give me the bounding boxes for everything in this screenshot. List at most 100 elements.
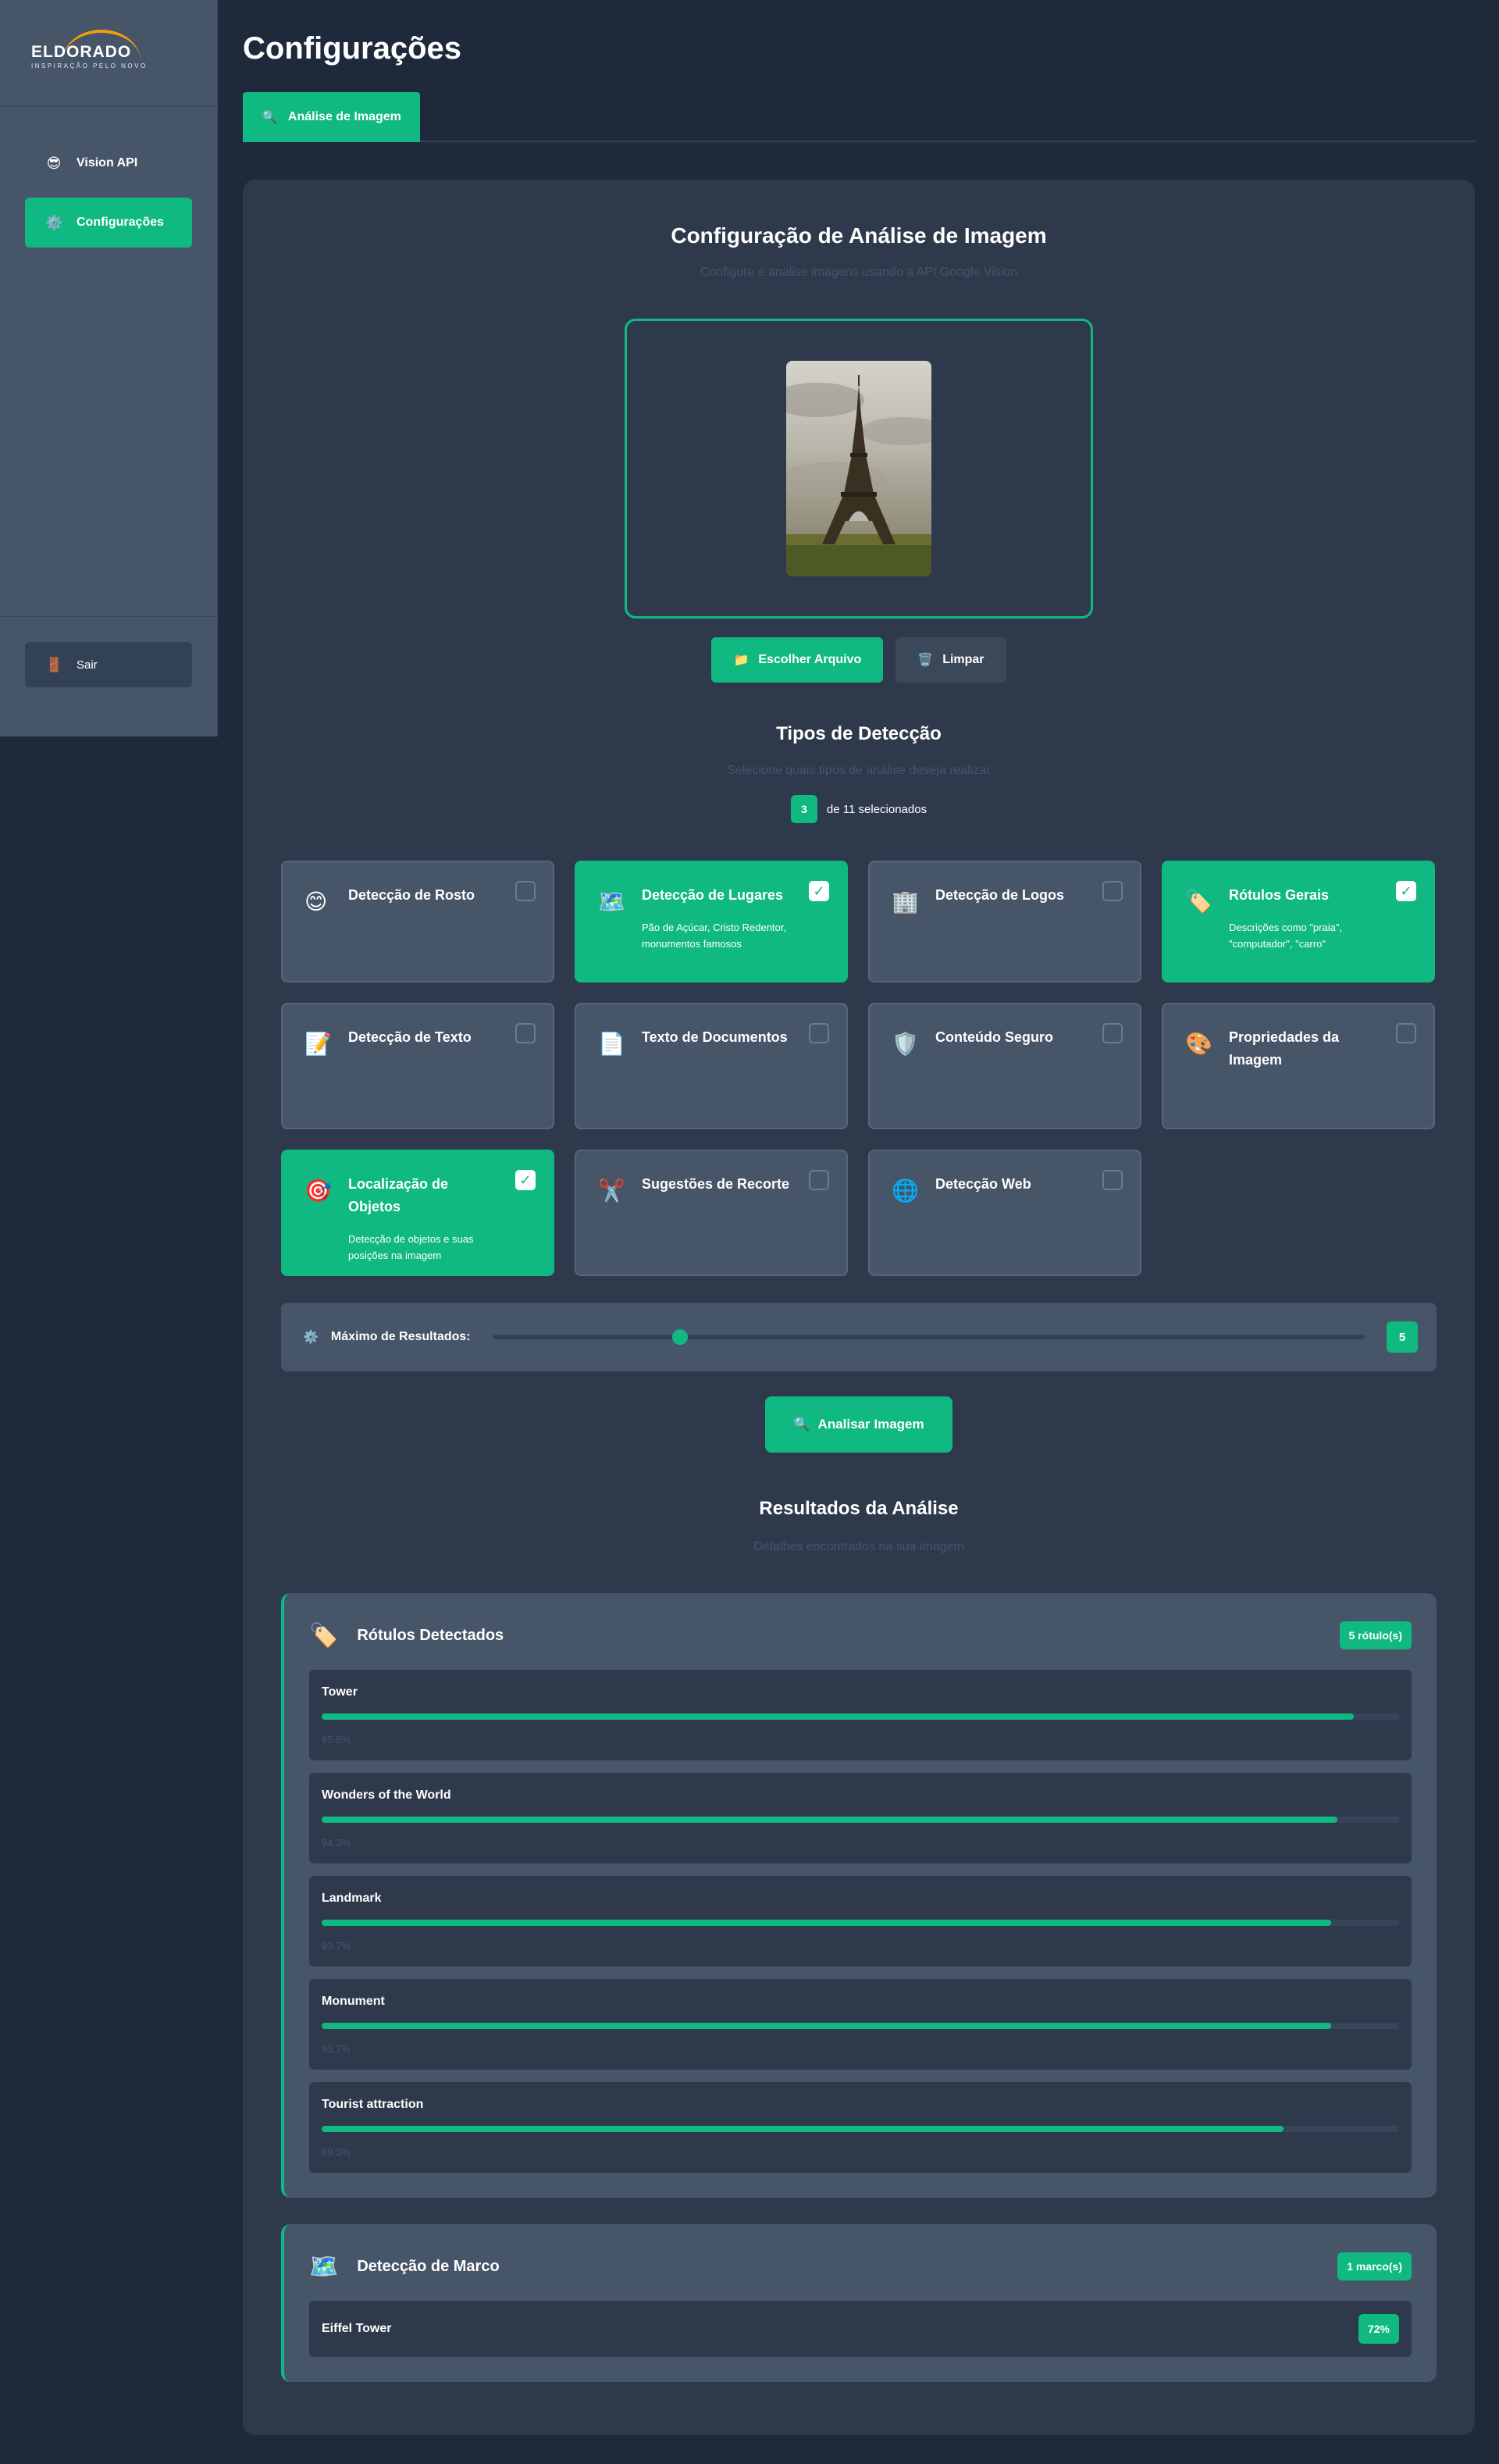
detection-card-title: Propriedades da Imagem: [1229, 1029, 1340, 1068]
detection-checkbox[interactable]: [1396, 1023, 1416, 1043]
labels-list: Tower 95.8% Wonders of the World 94.3% L…: [309, 1670, 1412, 2173]
analysis-panel: Configuração de Análise de Imagem Config…: [243, 180, 1475, 2435]
tag-icon: 🏷️: [309, 1622, 339, 1649]
sidebar-footer: 🚪 Sair: [0, 616, 217, 712]
sidebar-item-label: Vision API: [77, 156, 138, 169]
detection-checkbox[interactable]: [809, 1023, 829, 1043]
detection-checkbox[interactable]: [809, 1170, 829, 1190]
confidence-bar: [322, 1817, 1399, 1823]
detection-checkbox[interactable]: [515, 881, 536, 901]
detection-type-grid: 😊 Detecção de Rosto 🗺️ Detecção de Lugar…: [281, 861, 1475, 1276]
analyze-image-button[interactable]: 🔍 Analisar Imagem: [765, 1396, 952, 1453]
detection-card-title: Detecção de Rosto: [348, 887, 475, 903]
confidence-bar: [322, 2023, 1399, 2029]
tab-label: Análise de Imagem: [287, 110, 401, 123]
detection-card-crop-hints[interactable]: ✂️ Sugestões de Recorte: [575, 1150, 848, 1276]
detection-card-image-properties[interactable]: 🎨 Propriedades da Imagem: [1162, 1003, 1435, 1129]
main-content: Configurações 🔍 Análise de Imagem Config…: [243, 0, 1475, 2435]
detection-title: Tipos de Detecção: [776, 723, 942, 744]
clear-label: Limpar: [942, 653, 984, 666]
detection-card-document-text[interactable]: 📄 Texto de Documentos: [575, 1003, 848, 1129]
logo-wordmark: ELDORADO: [31, 43, 132, 61]
door-icon: 🚪: [45, 656, 63, 672]
eiffel-tower-photo: [786, 361, 931, 576]
slider-thumb[interactable]: [671, 1329, 688, 1345]
confidence-bar: [322, 1920, 1399, 1926]
label-score: 93.7%: [322, 2043, 351, 2055]
memo-icon: 📝: [304, 1032, 332, 1056]
labels-result-card: 🏷️ Rótulos Detectados 5 rótulo(s) Tower …: [281, 1593, 1437, 2198]
label-name: Wonders of the World: [322, 1788, 451, 1802]
detection-card-title: Rótulos Gerais: [1229, 887, 1330, 903]
labels-card-header: 🏷️ Rótulos Detectados 5 rótulo(s): [309, 1621, 1412, 1649]
detection-subtitle: Selecione quais tipos de análise deseja …: [727, 764, 991, 777]
sidebar: ELDORADO INSPIRAÇÃO PELO NOVO 😎 Vision A…: [0, 0, 218, 736]
detection-card-object-localization[interactable]: 🎯 Localização de Objetos Detecção de obj…: [281, 1150, 554, 1276]
detection-checkbox[interactable]: ✓: [515, 1170, 536, 1190]
detection-checkbox[interactable]: ✓: [1396, 881, 1416, 901]
detection-card-title: Detecção Web: [935, 1176, 1031, 1192]
detection-card-labels[interactable]: 🏷️ Rótulos Gerais Descrições como "praia…: [1162, 861, 1435, 982]
search-icon: 🔍: [793, 1417, 810, 1432]
max-results-control: ⚙️ Máximo de Resultados: 5: [281, 1303, 1437, 1371]
label-name: Monument: [322, 1995, 385, 2008]
max-results-value: 5: [1387, 1321, 1418, 1353]
image-dropzone[interactable]: [625, 319, 1093, 619]
label-name: Tower: [322, 1685, 358, 1699]
detection-card-logos[interactable]: 🏢 Detecção de Logos: [868, 861, 1141, 982]
detection-card-safe-search[interactable]: 🛡️ Conteúdo Seguro: [868, 1003, 1141, 1129]
detection-card-landmarks[interactable]: 🗺️ Detecção de Lugares Pão de Açúcar, Cr…: [575, 861, 848, 982]
max-results-slider[interactable]: [492, 1329, 1365, 1345]
config-title: Configuração de Análise de Imagem: [671, 223, 1047, 248]
selected-count-text: de 11 selecionados: [826, 802, 928, 816]
detection-card-text[interactable]: 📝 Detecção de Texto: [281, 1003, 554, 1129]
selection-counter: 3 de 11 selecionados: [243, 795, 1475, 823]
confidence-fill: [322, 2126, 1284, 2132]
detection-checkbox[interactable]: [1102, 881, 1123, 901]
labels-count-badge: 5 rótulo(s): [1339, 1621, 1412, 1649]
brand-logo[interactable]: ELDORADO INSPIRAÇÃO PELO NOVO: [31, 30, 148, 77]
label-item: Tower 95.8%: [309, 1670, 1412, 1760]
labels-card-title: Rótulos Detectados: [357, 1626, 504, 1644]
label-score: 95.8%: [322, 1734, 351, 1745]
folder-icon: 📁: [733, 654, 750, 667]
trash-icon: 🗑️: [917, 654, 934, 667]
detection-card-web[interactable]: 🌐 Detecção Web: [868, 1150, 1141, 1276]
choose-file-button[interactable]: 📁 Escolher Arquivo: [711, 637, 884, 683]
map-icon: 🗺️: [309, 2253, 339, 2280]
label-item: Wonders of the World 94.3%: [309, 1773, 1412, 1863]
landmark-result-card: 🗺️ Detecção de Marco 1 marco(s) Eiffel T…: [281, 2224, 1437, 2382]
logout-button[interactable]: 🚪 Sair: [25, 642, 192, 687]
face-icon: 😊: [304, 890, 328, 914]
robot-icon: 😎: [46, 155, 62, 171]
sidebar-item-vision-api[interactable]: 😎 Vision API: [25, 138, 192, 188]
detection-card-title: Detecção de Lugares: [642, 887, 784, 903]
gear-icon: ⚙️: [303, 1331, 319, 1344]
detection-card-face[interactable]: 😊 Detecção de Rosto: [281, 861, 554, 982]
detection-card-desc: Pão de Açúcar, Cristo Redentor, monument…: [642, 922, 786, 950]
detection-card-desc: Descrições como "praia", "computador", "…: [1229, 922, 1343, 950]
label-item: Tourist attraction 89.3%: [309, 2082, 1412, 2173]
document-icon: 📄: [598, 1032, 625, 1056]
tab-bar: 🔍 Análise de Imagem: [243, 92, 1475, 142]
confidence-fill: [322, 2023, 1332, 2029]
landmark-name: Eiffel Tower: [322, 2322, 392, 2335]
palette-icon: 🎨: [1185, 1032, 1212, 1056]
confidence-fill: [322, 1817, 1338, 1823]
globe-icon: 🌐: [892, 1179, 919, 1203]
results-subtitle: Detalhes encontrados na sua imagem: [753, 1540, 964, 1553]
clear-button[interactable]: 🗑️ Limpar: [895, 637, 1006, 683]
detection-checkbox[interactable]: [515, 1023, 536, 1043]
tab-analise-de-imagem[interactable]: 🔍 Análise de Imagem: [243, 92, 420, 142]
detection-checkbox[interactable]: ✓: [809, 881, 829, 901]
map-icon: 🗺️: [598, 890, 625, 914]
gear-icon: ⚙️: [45, 214, 63, 230]
sidebar-item-label: Configurações: [77, 216, 165, 229]
detection-checkbox[interactable]: [1102, 1023, 1123, 1043]
detection-checkbox[interactable]: [1102, 1170, 1123, 1190]
sidebar-item-configuracoes[interactable]: ⚙️ Configurações: [25, 198, 192, 248]
label-name: Landmark: [322, 1892, 382, 1905]
landmark-item: Eiffel Tower 72%: [309, 2301, 1412, 2357]
landmark-score-badge: 72%: [1358, 2314, 1399, 2344]
detection-card-title: Detecção de Texto: [348, 1029, 472, 1045]
